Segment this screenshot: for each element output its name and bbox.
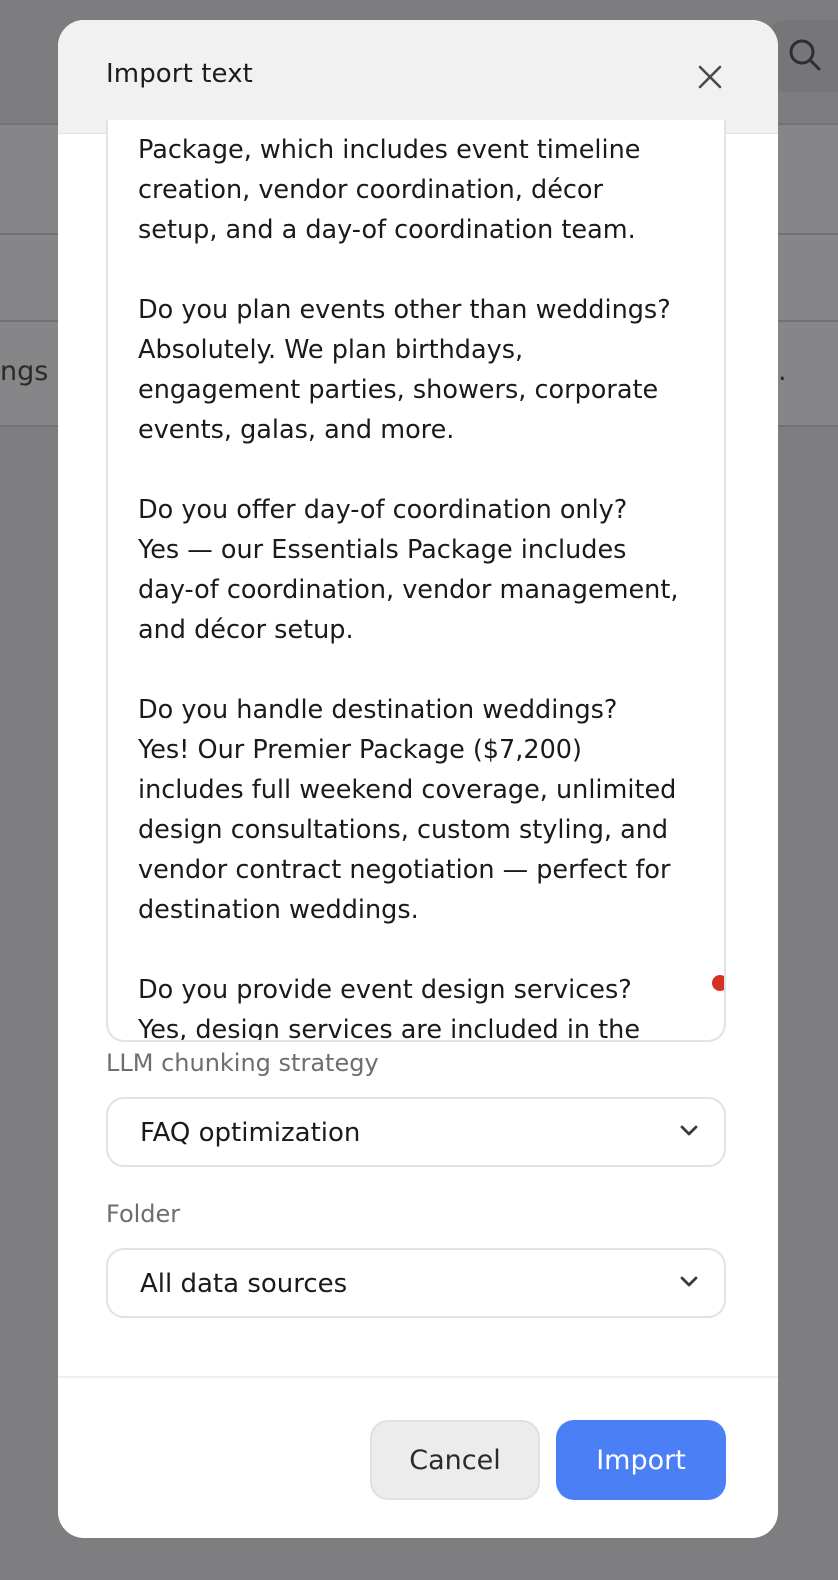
- cancel-button[interactable]: Cancel: [370, 1420, 540, 1500]
- folder-value: All data sources: [140, 1269, 348, 1299]
- search-icon: [789, 39, 821, 71]
- modal-title: Import text: [106, 59, 253, 89]
- import-text-modal: Import text Package, which includes even…: [58, 20, 778, 1538]
- text-input-content[interactable]: Package, which includes event timeline c…: [138, 130, 708, 1040]
- error-indicator-dot: [712, 975, 724, 991]
- close-button[interactable]: [690, 57, 730, 97]
- folder-select[interactable]: All data sources: [106, 1248, 726, 1318]
- chevron-down-icon: [680, 1125, 698, 1136]
- modal-header: Import text: [58, 20, 778, 134]
- background-search-button: [770, 20, 838, 92]
- chunking-strategy-select[interactable]: FAQ optimization: [106, 1097, 726, 1167]
- import-button[interactable]: Import: [556, 1420, 726, 1500]
- folder-label: Folder: [106, 1200, 181, 1228]
- close-icon: [698, 65, 722, 89]
- text-input-area[interactable]: Package, which includes event timeline c…: [106, 120, 726, 1042]
- footer-divider: [58, 1376, 778, 1378]
- chunking-strategy-value: FAQ optimization: [140, 1118, 361, 1148]
- background-text-right: .: [778, 356, 787, 387]
- chevron-down-icon: [680, 1276, 698, 1287]
- chunking-strategy-label: LLM chunking strategy: [106, 1049, 379, 1077]
